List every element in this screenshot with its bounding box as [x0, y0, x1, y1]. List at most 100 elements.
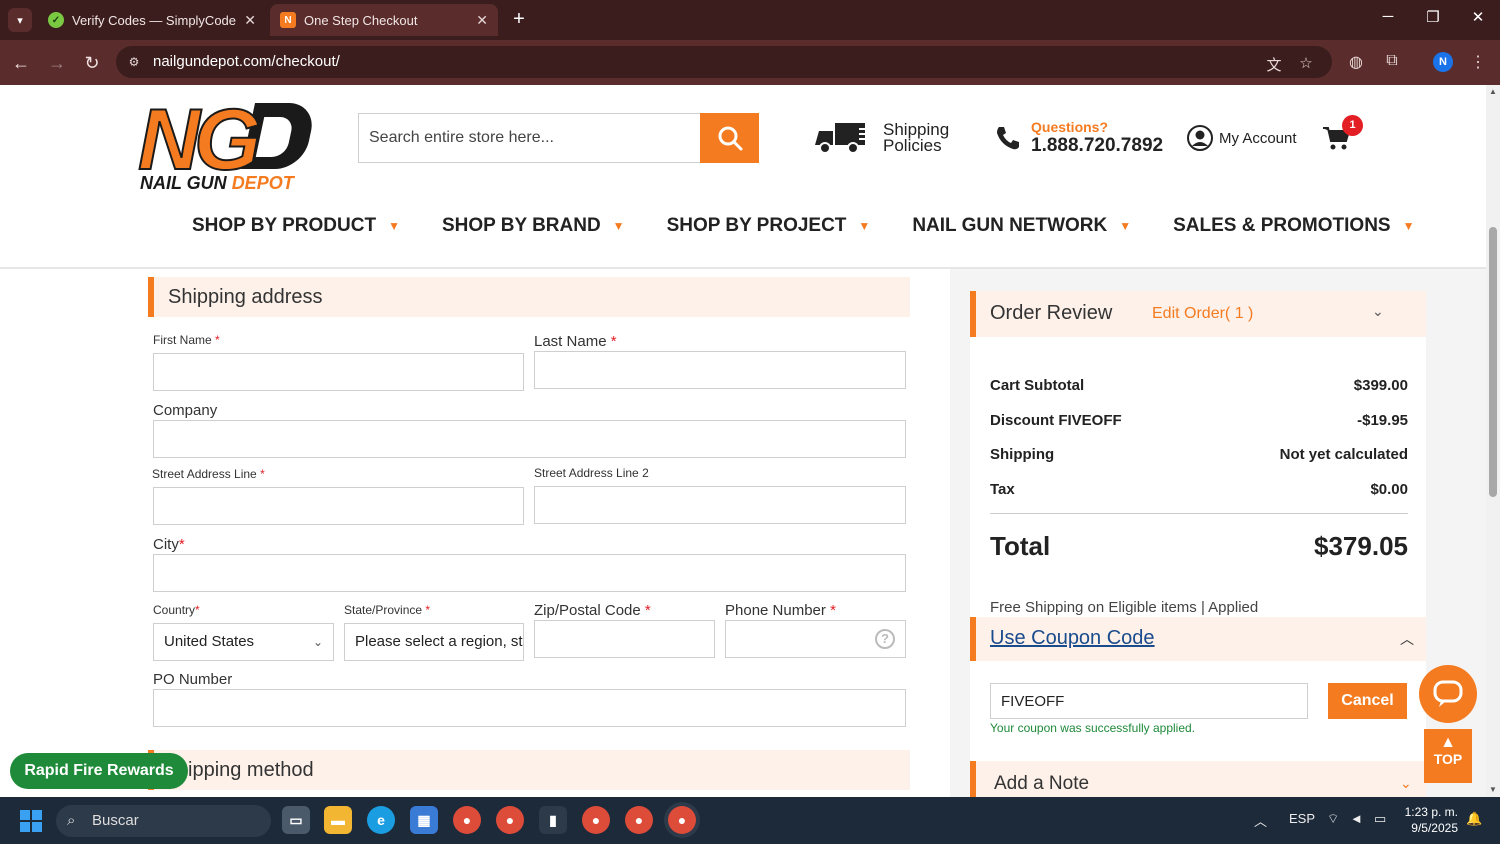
bookmark-star-icon[interactable]: ☆: [1296, 54, 1316, 72]
company-field[interactable]: [153, 420, 906, 458]
scroll-down-icon[interactable]: ▼: [1489, 785, 1497, 794]
windows-taskbar: ⌕ Buscar ▭ ▬ e ▦ ● ● ▮ ● ● ● ︿ ESP ⌔ ◄ ▭…: [0, 797, 1500, 844]
address-bar[interactable]: ⚙ nailgundepot.com/checkout/ 文 ☆: [116, 46, 1332, 78]
tab-search-button[interactable]: ▾: [8, 8, 32, 32]
company-label: Company: [153, 402, 218, 419]
cart-button[interactable]: 1: [1322, 115, 1363, 153]
cancel-coupon-button[interactable]: Cancel: [1328, 683, 1407, 719]
coupon-header[interactable]: Use Coupon Code ︿: [970, 617, 1426, 661]
search-input[interactable]: [358, 113, 702, 163]
site-logo[interactable]: NG NAIL GUN DEPOT: [137, 92, 318, 197]
tab-one-step-checkout[interactable]: N One Step Checkout ✕: [270, 4, 498, 36]
my-account-link[interactable]: My Account: [1187, 125, 1297, 151]
required-mark: *: [830, 602, 836, 619]
taskbar-search[interactable]: ⌕ Buscar: [56, 805, 271, 837]
chevron-up-icon[interactable]: ︿: [1254, 811, 1267, 830]
close-icon[interactable]: ✕: [244, 12, 256, 29]
nav-shop-by-project[interactable]: SHOP BY PROJECT ▼: [667, 215, 871, 237]
order-review-header: Order Review Edit Order( 1 ) ⌄: [970, 291, 1426, 337]
coupon-code-input[interactable]: [990, 683, 1308, 719]
chat-button[interactable]: [1419, 665, 1477, 723]
close-icon[interactable]: ✕: [476, 12, 488, 29]
nav-nail-gun-network[interactable]: NAIL GUN NETWORK ▼: [912, 215, 1131, 237]
extensions-puzzle-icon[interactable]: ⧉: [1381, 52, 1403, 70]
edge-icon[interactable]: e: [367, 806, 395, 834]
translate-icon[interactable]: 文: [1264, 54, 1284, 75]
notification-bell-icon[interactable]: 🔔: [1466, 811, 1482, 827]
search-button[interactable]: [700, 113, 759, 163]
chrome-icon[interactable]: ●: [496, 806, 524, 834]
task-view-icon[interactable]: ▭: [282, 806, 310, 834]
clock[interactable]: 1:23 p. m. 9/5/2025: [1398, 804, 1458, 836]
file-explorer-icon[interactable]: ▬: [324, 806, 352, 834]
extension-icon[interactable]: ◍: [1345, 52, 1367, 72]
chrome-icon[interactable]: ●: [453, 806, 481, 834]
volume-icon[interactable]: ◄: [1350, 811, 1363, 826]
row-label: Shipping: [990, 446, 1055, 463]
language-indicator[interactable]: ESP: [1289, 811, 1315, 826]
edit-order-link[interactable]: Edit Order( 1 ): [1152, 305, 1253, 323]
wifi-icon[interactable]: ⌔: [1327, 811, 1339, 827]
city-field[interactable]: [153, 554, 906, 592]
chrome-icon[interactable]: ●: [625, 806, 653, 834]
chevron-down-icon: ⌄: [312, 635, 323, 649]
tab-verify-codes[interactable]: ✓ Verify Codes — SimplyCodes ✕: [38, 4, 266, 36]
nav-shop-by-brand[interactable]: SHOP BY BRAND ▼: [442, 215, 625, 237]
state-field[interactable]: Please select a region, sta: [344, 623, 524, 661]
country-select[interactable]: United States ⌄: [153, 623, 334, 661]
nav-sales-promotions[interactable]: SALES & PROMOTIONS ▼: [1173, 215, 1414, 237]
scroll-up-icon[interactable]: ▲: [1489, 87, 1497, 96]
minimize-icon[interactable]: ─: [1373, 8, 1403, 25]
back-to-top-button[interactable]: ▲ TOP: [1424, 729, 1472, 783]
scrollbar-thumb[interactable]: [1489, 227, 1497, 497]
maximize-icon[interactable]: ❐: [1418, 8, 1448, 26]
logo-brand-accent: DEPOT: [231, 173, 294, 193]
app-icon[interactable]: ▮: [539, 806, 567, 834]
shipping-policies-link[interactable]: Shipping Policies: [813, 121, 953, 155]
row-label: Tax: [990, 481, 1015, 498]
back-icon[interactable]: ←: [8, 50, 34, 76]
chevron-down-icon[interactable]: ⌄: [1400, 775, 1412, 792]
chevron-down-icon[interactable]: ⌄: [1372, 303, 1384, 320]
menu-kebab-icon[interactable]: ⋮: [1467, 52, 1489, 72]
tax-row: Tax $0.00: [990, 481, 1408, 498]
chevron-up-icon[interactable]: ︿: [1400, 629, 1414, 649]
required-mark: *: [215, 333, 220, 347]
close-window-icon[interactable]: ✕: [1463, 8, 1493, 26]
time: 1:23 p. m.: [1404, 805, 1458, 819]
row-value: $399.00: [1353, 377, 1408, 394]
required-mark: *: [195, 603, 200, 617]
street-address-2-field[interactable]: [534, 486, 906, 524]
windows-start-icon[interactable]: [20, 810, 42, 832]
zip-label: Zip/Postal Code *: [534, 602, 651, 619]
first-name-field[interactable]: [153, 353, 524, 391]
coupon-title[interactable]: Use Coupon Code: [990, 627, 1155, 650]
store-icon[interactable]: ▦: [410, 806, 438, 834]
last-name-field[interactable]: [534, 351, 906, 389]
chrome-icon[interactable]: ●: [582, 806, 610, 834]
reload-icon[interactable]: ↻: [79, 50, 105, 76]
new-tab-button[interactable]: +: [508, 8, 530, 30]
questions-contact[interactable]: Questions? 1.888.720.7892: [993, 119, 1163, 157]
row-label: Discount FIVEOFF: [990, 412, 1122, 429]
site-info-icon[interactable]: ⚙: [126, 54, 142, 70]
help-icon[interactable]: ?: [875, 629, 895, 649]
forward-icon[interactable]: →: [44, 50, 70, 76]
add-note-header[interactable]: Add a Note ⌄: [970, 761, 1426, 797]
cart-subtotal-row: Cart Subtotal $399.00: [990, 377, 1408, 394]
total-value: $379.05: [1314, 531, 1408, 561]
shipping-policies-label: Shipping Policies: [883, 120, 950, 155]
chrome-icon[interactable]: ●: [668, 806, 696, 834]
street-address-field[interactable]: [153, 487, 524, 525]
questions-label: Questions?: [1031, 119, 1109, 135]
nav-label: SALES & PROMOTIONS: [1173, 215, 1391, 236]
rapid-fire-rewards-button[interactable]: Rapid Fire Rewards: [10, 753, 188, 789]
page-scrollbar[interactable]: ▲ ▼: [1486, 85, 1500, 797]
profile-avatar[interactable]: N: [1433, 52, 1453, 72]
nav-shop-by-product[interactable]: SHOP BY PRODUCT ▼: [192, 215, 400, 237]
logo-ng: NG: [137, 92, 262, 188]
zip-field[interactable]: [534, 620, 715, 658]
po-number-field[interactable]: [153, 689, 906, 727]
phone-icon: [997, 127, 1019, 150]
battery-icon[interactable]: ▭: [1374, 811, 1386, 827]
